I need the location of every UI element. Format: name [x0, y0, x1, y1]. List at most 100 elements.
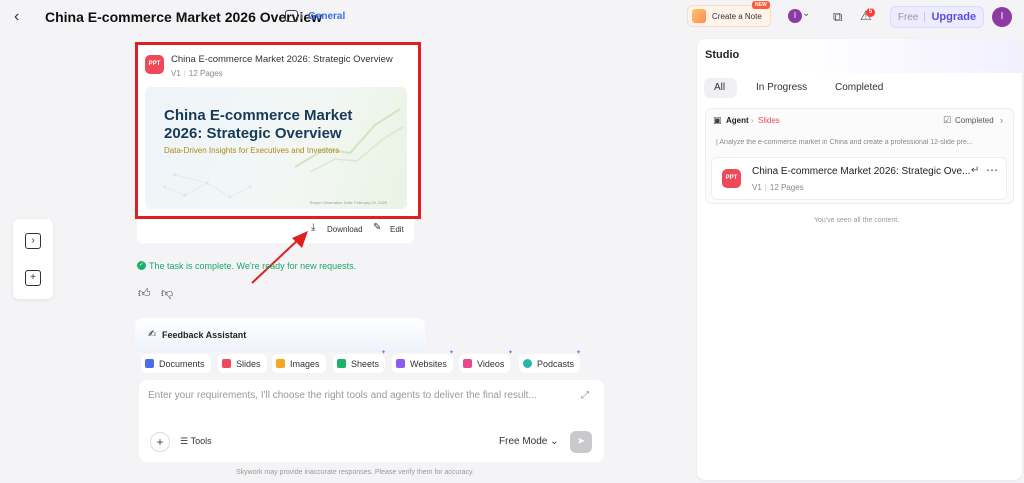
result-item-title[interactable]: China E-commerce Market 2026: Strategic … [752, 166, 972, 177]
studio-title: Studio [705, 49, 740, 61]
tool-chip-label: Websites [410, 358, 447, 369]
user-avatar[interactable]: I [992, 7, 1012, 27]
tool-chip-label: Videos [477, 358, 505, 369]
upgrade-label: Upgrade [931, 11, 977, 23]
chevron-right-icon[interactable]: › [1000, 115, 1003, 125]
tool-chip-label: Documents [159, 358, 205, 369]
project-separator: I [300, 11, 303, 21]
tool-chip-websites[interactable]: Websites [392, 354, 453, 373]
tool-chip-label: Sheets [351, 358, 380, 369]
artifact-pages: 12 Pages [188, 69, 223, 78]
new-chat-icon[interactable]: + [25, 270, 41, 286]
check-circle-icon: ✓ [137, 261, 146, 270]
share-icon[interactable]: ⧉ [833, 9, 842, 25]
send-icon: ➤ [576, 436, 586, 447]
send-button[interactable]: ➤ [570, 431, 592, 453]
task-prompt: | Analyze the e-commerce market in China… [716, 139, 973, 146]
tab-all[interactable]: All [714, 82, 725, 93]
new-badge: NEW [752, 1, 770, 9]
notification-badge: 5 [866, 8, 875, 17]
chevron-down-icon: ⌄ [547, 436, 559, 447]
add-attachment-button[interactable]: + [150, 432, 170, 452]
sparkle-icon: ✦ [449, 350, 455, 356]
end-of-list-message: You've seen all the content. [814, 217, 900, 224]
pen-icon: ✍︎ [148, 329, 157, 340]
result-item-meta: V1 | 12 Pages [752, 183, 804, 192]
note-icon [692, 9, 706, 23]
studio-header [697, 39, 1022, 73]
left-toolbar: › + [13, 219, 53, 299]
tools-button[interactable]: ☰ Tools [180, 436, 212, 447]
documents-icon [145, 359, 154, 368]
tool-chip-slides[interactable]: Slides [218, 354, 267, 373]
download-button[interactable]: Download [327, 225, 363, 234]
task-complete-message: The task is complete. We're ready for ne… [149, 261, 357, 271]
prompt-placeholder[interactable]: Enter your requirements, I'll choose the… [148, 390, 537, 401]
slide-thumbnail[interactable]: China E-commerce Market 2026: Strategic … [145, 87, 407, 209]
disclaimer-text: Skywork may provide inaccurate responses… [236, 469, 474, 476]
task-prompt-text: Analyze the e-commerce market in China a… [719, 139, 973, 146]
tool-chip-images[interactable]: Images [272, 354, 326, 373]
top-header: ‹ China E-commerce Market 2026 Overview … [0, 0, 1024, 36]
project-name-link[interactable]: General [308, 11, 345, 22]
return-icon[interactable]: ↵ [971, 165, 979, 176]
videos-icon [463, 359, 472, 368]
chevron-down-icon[interactable]: ⌄ [802, 8, 810, 19]
feedback-assistant-title: Feedback Assistant [162, 330, 247, 340]
agent-icon: ▣ [713, 115, 722, 125]
slides-icon [222, 359, 231, 368]
divider [924, 12, 926, 22]
artifact-version: V1 [171, 69, 181, 78]
sparkle-icon: ✦ [576, 350, 582, 356]
ppt-icon: PPT [722, 169, 741, 188]
sparkle-icon: ✦ [381, 350, 387, 356]
mode-select[interactable]: Free Mode ⌄ [499, 436, 559, 447]
tools-label: Tools [190, 436, 212, 446]
thumbnail-subtitle: Data-Driven Insights for Executives and … [164, 146, 340, 155]
result-item-pages: 12 Pages [769, 183, 804, 192]
expand-sidebar-icon[interactable]: › [25, 233, 41, 249]
plan-free-label: Free [897, 11, 919, 23]
agent-label: Agent [726, 116, 749, 125]
sliders-icon: ☰ [180, 436, 191, 446]
sheets-icon [337, 359, 346, 368]
create-note-label: Create a Note [712, 11, 762, 21]
task-status: Completed [955, 116, 994, 125]
red-arrow-annotation [251, 231, 308, 284]
more-icon[interactable]: ⋯ [986, 163, 998, 177]
websites-icon [396, 359, 405, 368]
result-item-version: V1 [752, 183, 762, 192]
agent-separator: › [751, 116, 754, 125]
page-title: China E-commerce Market 2026 Overview [45, 9, 323, 25]
tool-chip-label: Images [290, 358, 320, 369]
tab-completed[interactable]: Completed [835, 82, 883, 93]
project-icon [285, 10, 298, 22]
expand-icon[interactable]: ⤢ [581, 390, 589, 401]
tool-chip-videos[interactable]: Videos [459, 354, 511, 373]
result-item-card[interactable] [711, 157, 1007, 200]
tool-chip-sheets[interactable]: Sheets [333, 354, 386, 373]
tool-chip-documents[interactable]: Documents [141, 354, 211, 373]
check-circle-icon: ☑ [943, 115, 952, 125]
artifact-title: China E-commerce Market 2026: Strategic … [171, 54, 393, 65]
arrow-left-icon[interactable]: ‹ [14, 8, 30, 26]
edit-icon[interactable]: ✎ [373, 222, 381, 233]
mode-label: Free Mode [499, 436, 548, 447]
edit-button[interactable]: Edit [390, 225, 404, 234]
thumbs-down-icon[interactable]: 👎︎ [161, 286, 173, 301]
thumbs-up-icon[interactable]: 👍︎ [138, 286, 151, 301]
agent-type: Slides [758, 116, 780, 125]
tab-in-progress[interactable]: In Progress [756, 82, 807, 93]
tool-chip-label: Slides [236, 358, 261, 369]
tool-chip-label: Podcasts [537, 358, 575, 369]
thumbnail-title: China E-commerce Market 2026: Strategic … [164, 107, 353, 142]
artifact-meta: V1 | 12 Pages [171, 69, 223, 78]
podcasts-icon [523, 359, 532, 368]
tool-chip-podcasts[interactable]: Podcasts [519, 354, 581, 373]
ppt-icon: PPT [145, 55, 164, 74]
workspace-avatar[interactable]: I [788, 9, 802, 23]
images-icon [276, 359, 285, 368]
studio-panel [697, 39, 1022, 480]
sparkle-icon: ✦ [508, 350, 514, 356]
upgrade-button[interactable]: Free Upgrade [890, 6, 984, 28]
